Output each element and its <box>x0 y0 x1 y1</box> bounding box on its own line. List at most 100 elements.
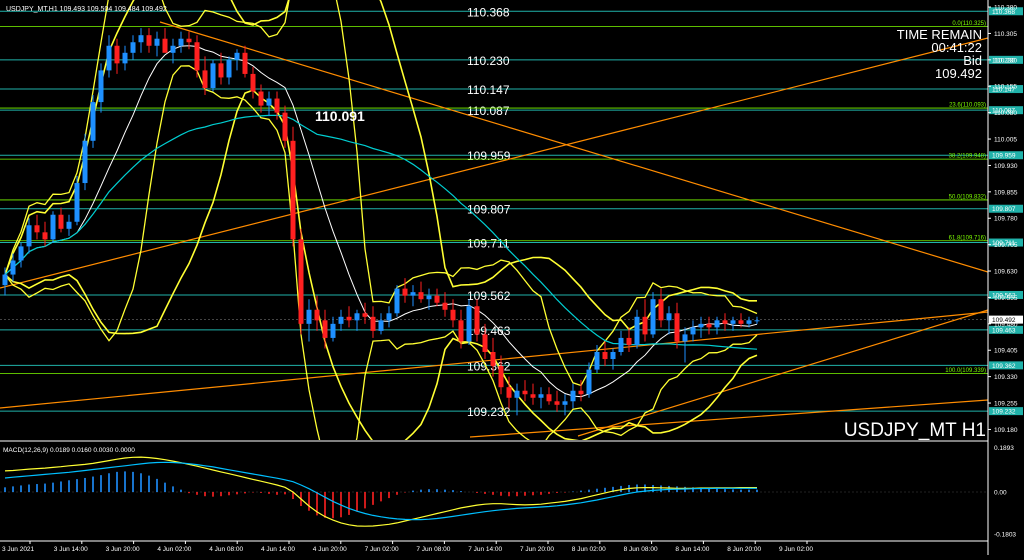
candle-body <box>722 320 728 324</box>
candle-body <box>442 302 448 310</box>
candle-body <box>114 45 120 64</box>
candle-body <box>194 42 200 71</box>
candle-body <box>346 316 352 321</box>
time-tick-label: 8 Jun 20:00 <box>727 546 761 553</box>
candle-body <box>42 232 48 240</box>
time-tick-label: 8 Jun 02:00 <box>572 546 606 553</box>
candle-body <box>250 73 256 92</box>
price-tick-label: 109.405 <box>994 348 1018 355</box>
candle-body <box>546 394 552 402</box>
candle-body <box>746 320 752 324</box>
price-tick-label: 110.080 <box>994 110 1017 117</box>
candle-body <box>82 140 88 184</box>
macd-tick-label: -0.1803 <box>994 532 1016 539</box>
symbol-watermark: USDJPY_MT H1 <box>844 420 986 441</box>
symbol-header: USDJPY_MT,H1 109.493 109.504 109.484 109… <box>6 6 167 13</box>
candle-body <box>146 35 152 46</box>
candle-body <box>450 309 456 321</box>
candle-body <box>562 401 568 405</box>
fib-label: 61.8(109.716) <box>949 235 986 241</box>
price-tick-label: 109.180 <box>994 427 1018 434</box>
candle-body <box>690 327 696 335</box>
level-label: 110.368 <box>467 5 510 19</box>
level-tag-text: 109.959 <box>992 153 1016 160</box>
level-label: 109.959 <box>467 149 511 163</box>
candle-body <box>642 316 648 335</box>
candle-body <box>434 295 440 303</box>
candle-body <box>554 401 560 405</box>
candle-body <box>426 295 432 300</box>
candle-body <box>698 323 704 328</box>
price-tick-label: 109.855 <box>994 189 1018 196</box>
candle-body <box>202 70 208 88</box>
candle-body <box>210 63 216 88</box>
price-tick-label: 110.005 <box>994 137 1017 144</box>
candle-body <box>402 288 408 296</box>
candle-body <box>10 260 16 275</box>
candle-body <box>730 320 736 324</box>
candle-body <box>186 38 192 43</box>
candle-body <box>258 91 264 106</box>
level-tag-text: 109.807 <box>992 206 1016 213</box>
candle-body <box>266 98 272 106</box>
candle-body <box>178 38 184 46</box>
candle-body <box>298 239 304 324</box>
candle-body <box>634 316 640 345</box>
candle-body <box>290 140 296 240</box>
candle-body <box>138 35 144 43</box>
level-label: 110.230 <box>467 54 510 68</box>
candle-body <box>626 337 632 345</box>
chart-window: 110.368 110.368 110.230 110.230 110.147 110.1… <box>0 0 1024 555</box>
time-tick-label: 4 Jun 20:00 <box>313 546 347 553</box>
candle-body <box>162 38 168 53</box>
candle-body <box>410 292 416 296</box>
time-tick-label: 4 Jun 14:00 <box>261 546 295 553</box>
annotation-price: 110.091 <box>315 108 365 124</box>
price-tick-label: 109.330 <box>994 374 1018 381</box>
candle-body <box>306 309 312 324</box>
candle-body <box>666 313 672 321</box>
price-tick-label: 110.380 <box>994 5 1017 12</box>
candle-body <box>506 387 512 398</box>
candle-body <box>490 352 496 367</box>
time-tick-label: 3 Jun 2021 <box>2 546 35 553</box>
candle-body <box>362 313 368 317</box>
candle-body <box>338 316 344 324</box>
price-tick-label: 109.255 <box>994 401 1018 408</box>
candle-body <box>498 366 504 388</box>
candle-body <box>90 102 96 141</box>
candle-body <box>610 352 616 360</box>
price-tick-label: 109.480 <box>994 321 1018 328</box>
candle-body <box>282 112 288 141</box>
time-tick-label: 9 Jun 02:00 <box>779 546 813 553</box>
fib-label: 23.6(110.093) <box>949 103 986 109</box>
time-tick-label: 4 Jun 02:00 <box>157 546 191 553</box>
candle-body <box>378 320 384 331</box>
candle-body <box>66 221 72 229</box>
level-label: 110.147 <box>467 83 510 97</box>
price-tick-label: 109.930 <box>994 163 1018 170</box>
candle-body <box>466 306 472 342</box>
candle-body <box>98 70 104 103</box>
candle-body <box>578 390 584 395</box>
candle-body <box>130 42 136 53</box>
candle-body <box>650 299 656 335</box>
candle-body <box>618 337 624 352</box>
time-tick-label: 4 Jun 08:00 <box>209 546 243 553</box>
level-label: 109.232 <box>467 405 511 419</box>
candle-body <box>474 306 480 335</box>
time-tick-label: 3 Jun 14:00 <box>54 546 88 553</box>
level-tag-text: 109.232 <box>992 409 1016 416</box>
candle-body <box>234 52 240 60</box>
candle-body <box>706 323 712 328</box>
time-tick-label: 7 Jun 02:00 <box>365 546 399 553</box>
candle-body <box>314 309 320 321</box>
candle-body <box>154 38 160 46</box>
price-chart[interactable]: 110.368 110.368110.230 110.230110.147 110.1… <box>0 0 1024 555</box>
candle-body <box>386 313 392 321</box>
price-tick-label: 110.155 <box>994 84 1017 91</box>
candle-body <box>34 225 40 233</box>
candle-body <box>522 390 528 395</box>
candle-body <box>370 316 376 331</box>
price-tick-label: 109.780 <box>994 216 1018 223</box>
